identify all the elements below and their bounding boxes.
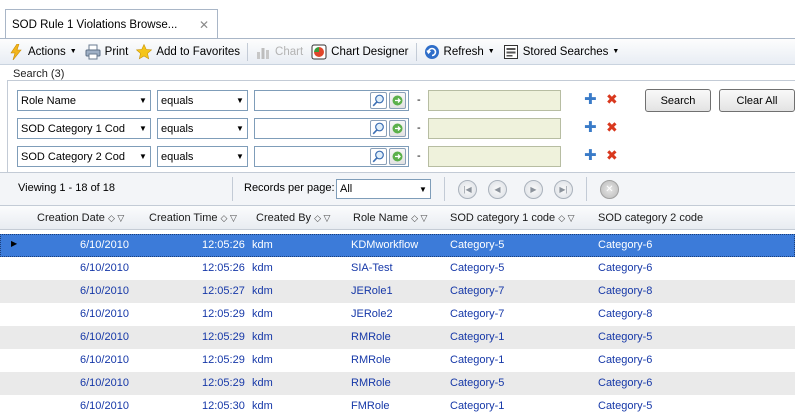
add-criteria-icon[interactable]: ✚ bbox=[584, 146, 597, 164]
search-value2-input[interactable] bbox=[428, 146, 561, 167]
chevron-down-icon: ▼ bbox=[487, 48, 495, 55]
column-header-creation-date[interactable]: Creation Date ◇ ▽ bbox=[37, 212, 124, 224]
table-row[interactable]: 6/10/2010 12:05:30 kdm FMRole Category-1… bbox=[0, 395, 795, 417]
search-operator-select[interactable]: equals ▼ bbox=[157, 90, 248, 111]
column-header-sod-category-2[interactable]: SOD category 2 code bbox=[598, 212, 703, 224]
column-header-created-by[interactable]: Created By ◇ ▽ bbox=[256, 212, 330, 224]
print-button[interactable]: Print bbox=[81, 41, 133, 63]
chevron-down-icon: ▼ bbox=[236, 96, 244, 105]
results-grid: Creation Date ◇ ▽ Creation Time ◇ ▽ Crea… bbox=[0, 206, 795, 417]
table-row[interactable]: 6/10/2010 12:05:26 kdm SIA-Test Category… bbox=[0, 257, 795, 280]
toolbar: Actions ▼ Print Add to Favorites Chart C… bbox=[0, 38, 795, 65]
chart-designer-button[interactable]: Chart Designer bbox=[307, 41, 412, 63]
stored-searches-button[interactable]: Stored Searches ▼ bbox=[499, 41, 624, 63]
toolbar-separator bbox=[415, 42, 417, 61]
star-icon bbox=[136, 43, 153, 60]
clear-value-icon[interactable] bbox=[389, 120, 406, 137]
column-header-sod-category-1[interactable]: SOD category 1 code ◇ ▽ bbox=[450, 212, 575, 224]
add-criteria-icon[interactable]: ✚ bbox=[584, 118, 597, 136]
paging-separator bbox=[232, 177, 233, 201]
refresh-icon bbox=[424, 44, 440, 60]
table-row[interactable]: 6/10/2010 12:05:27 kdm JERole1 Category-… bbox=[0, 280, 795, 303]
search-value-input[interactable] bbox=[254, 146, 409, 167]
search-operator-select[interactable]: equals ▼ bbox=[157, 118, 248, 139]
tab-sod-rule-violations[interactable]: SOD Rule 1 Violations Browse... ✕ bbox=[5, 9, 218, 39]
paging-separator bbox=[586, 177, 587, 201]
search-value-input[interactable] bbox=[254, 90, 409, 111]
column-header-role-name[interactable]: Role Name ◇ ▽ bbox=[353, 212, 427, 224]
remove-criteria-icon[interactable]: ✖ bbox=[606, 91, 618, 108]
search-value-input[interactable] bbox=[254, 118, 409, 139]
previous-page-icon[interactable]: ◀ bbox=[488, 180, 507, 199]
table-row[interactable]: ▶ 6/10/2010 12:05:26 kdm KDMworkflow Cat… bbox=[0, 234, 795, 257]
search-value2-input[interactable] bbox=[428, 90, 561, 111]
table-row[interactable]: 6/10/2010 12:05:29 kdm RMRole Category-5… bbox=[0, 372, 795, 395]
chevron-down-icon: ▼ bbox=[139, 152, 147, 161]
stop-icon[interactable]: ✕ bbox=[600, 180, 619, 199]
clear-all-button[interactable]: Clear All bbox=[719, 89, 795, 112]
search-field-select[interactable]: SOD Category 1 Cod ▼ bbox=[17, 118, 151, 139]
chevron-down-icon: ▼ bbox=[236, 152, 244, 161]
bar-chart-icon bbox=[255, 44, 271, 60]
tab-strip: SOD Rule 1 Violations Browse... ✕ bbox=[0, 0, 795, 39]
search-operator-select[interactable]: equals ▼ bbox=[157, 146, 248, 167]
viewing-count: Viewing 1 - 18 of 18 bbox=[18, 182, 116, 194]
chevron-down-icon: ▼ bbox=[612, 48, 620, 55]
sort-filter-icon[interactable]: ◇ ▽ bbox=[411, 213, 427, 223]
column-header-creation-time[interactable]: Creation Time ◇ ▽ bbox=[149, 212, 237, 224]
printer-icon bbox=[85, 44, 101, 60]
clear-value-icon[interactable] bbox=[389, 92, 406, 109]
chevron-down-icon: ▼ bbox=[139, 124, 147, 133]
chevron-down-icon: ▼ bbox=[236, 124, 244, 133]
close-icon[interactable]: ✕ bbox=[199, 18, 209, 32]
magnifier-icon[interactable] bbox=[370, 120, 387, 137]
remove-criteria-icon[interactable]: ✖ bbox=[606, 119, 618, 136]
add-criteria-icon[interactable]: ✚ bbox=[584, 90, 597, 108]
table-row[interactable]: 6/10/2010 12:05:29 kdm JERole2 Category-… bbox=[0, 303, 795, 326]
sort-filter-icon[interactable]: ◇ ▽ bbox=[314, 213, 330, 223]
refresh-button[interactable]: Refresh ▼ bbox=[420, 41, 499, 63]
sort-filter-icon[interactable]: ◇ ▽ bbox=[108, 213, 124, 223]
magnifier-icon[interactable] bbox=[370, 148, 387, 165]
table-row[interactable]: 6/10/2010 12:05:29 kdm RMRole Category-1… bbox=[0, 326, 795, 349]
search-value2-input[interactable] bbox=[428, 118, 561, 139]
chevron-down-icon: ▼ bbox=[69, 48, 77, 55]
next-page-icon[interactable]: ▶ bbox=[524, 180, 543, 199]
first-page-icon[interactable]: |◀ bbox=[458, 180, 477, 199]
search-field-select[interactable]: SOD Category 2 Cod ▼ bbox=[17, 146, 151, 167]
records-per-page-label: Records per page: bbox=[244, 182, 335, 194]
remove-criteria-icon[interactable]: ✖ bbox=[606, 147, 618, 164]
search-button[interactable]: Search bbox=[645, 89, 711, 112]
paging-separator bbox=[444, 177, 445, 201]
stored-searches-icon bbox=[503, 44, 519, 60]
grid-header: Creation Date ◇ ▽ Creation Time ◇ ▽ Crea… bbox=[0, 206, 795, 230]
lightning-icon bbox=[8, 43, 24, 60]
search-field-select[interactable]: Role Name ▼ bbox=[17, 90, 151, 111]
row-indicator-icon: ▶ bbox=[11, 239, 18, 248]
magnifier-icon[interactable] bbox=[370, 92, 387, 109]
search-panel-header[interactable]: Search (3) bbox=[13, 68, 64, 80]
paging-bar: Viewing 1 - 18 of 18 Records per page: A… bbox=[0, 172, 795, 206]
actions-button[interactable]: Actions ▼ bbox=[4, 41, 81, 63]
chevron-down-icon: ▼ bbox=[139, 96, 147, 105]
last-page-icon[interactable]: ▶| bbox=[554, 180, 573, 199]
chart-button[interactable]: Chart bbox=[251, 41, 307, 63]
add-to-favorites-button[interactable]: Add to Favorites bbox=[132, 41, 244, 63]
tab-title: SOD Rule 1 Violations Browse... bbox=[12, 18, 178, 31]
clear-value-icon[interactable] bbox=[389, 148, 406, 165]
table-row[interactable]: 6/10/2010 12:05:29 kdm RMRole Category-1… bbox=[0, 349, 795, 372]
chart-designer-icon bbox=[311, 44, 327, 60]
sort-filter-icon[interactable]: ◇ ▽ bbox=[558, 213, 574, 223]
toolbar-separator bbox=[247, 42, 249, 61]
records-per-page-select[interactable]: All ▼ bbox=[336, 179, 431, 199]
sort-filter-icon[interactable]: ◇ ▽ bbox=[221, 213, 237, 223]
chevron-down-icon: ▼ bbox=[419, 184, 427, 194]
